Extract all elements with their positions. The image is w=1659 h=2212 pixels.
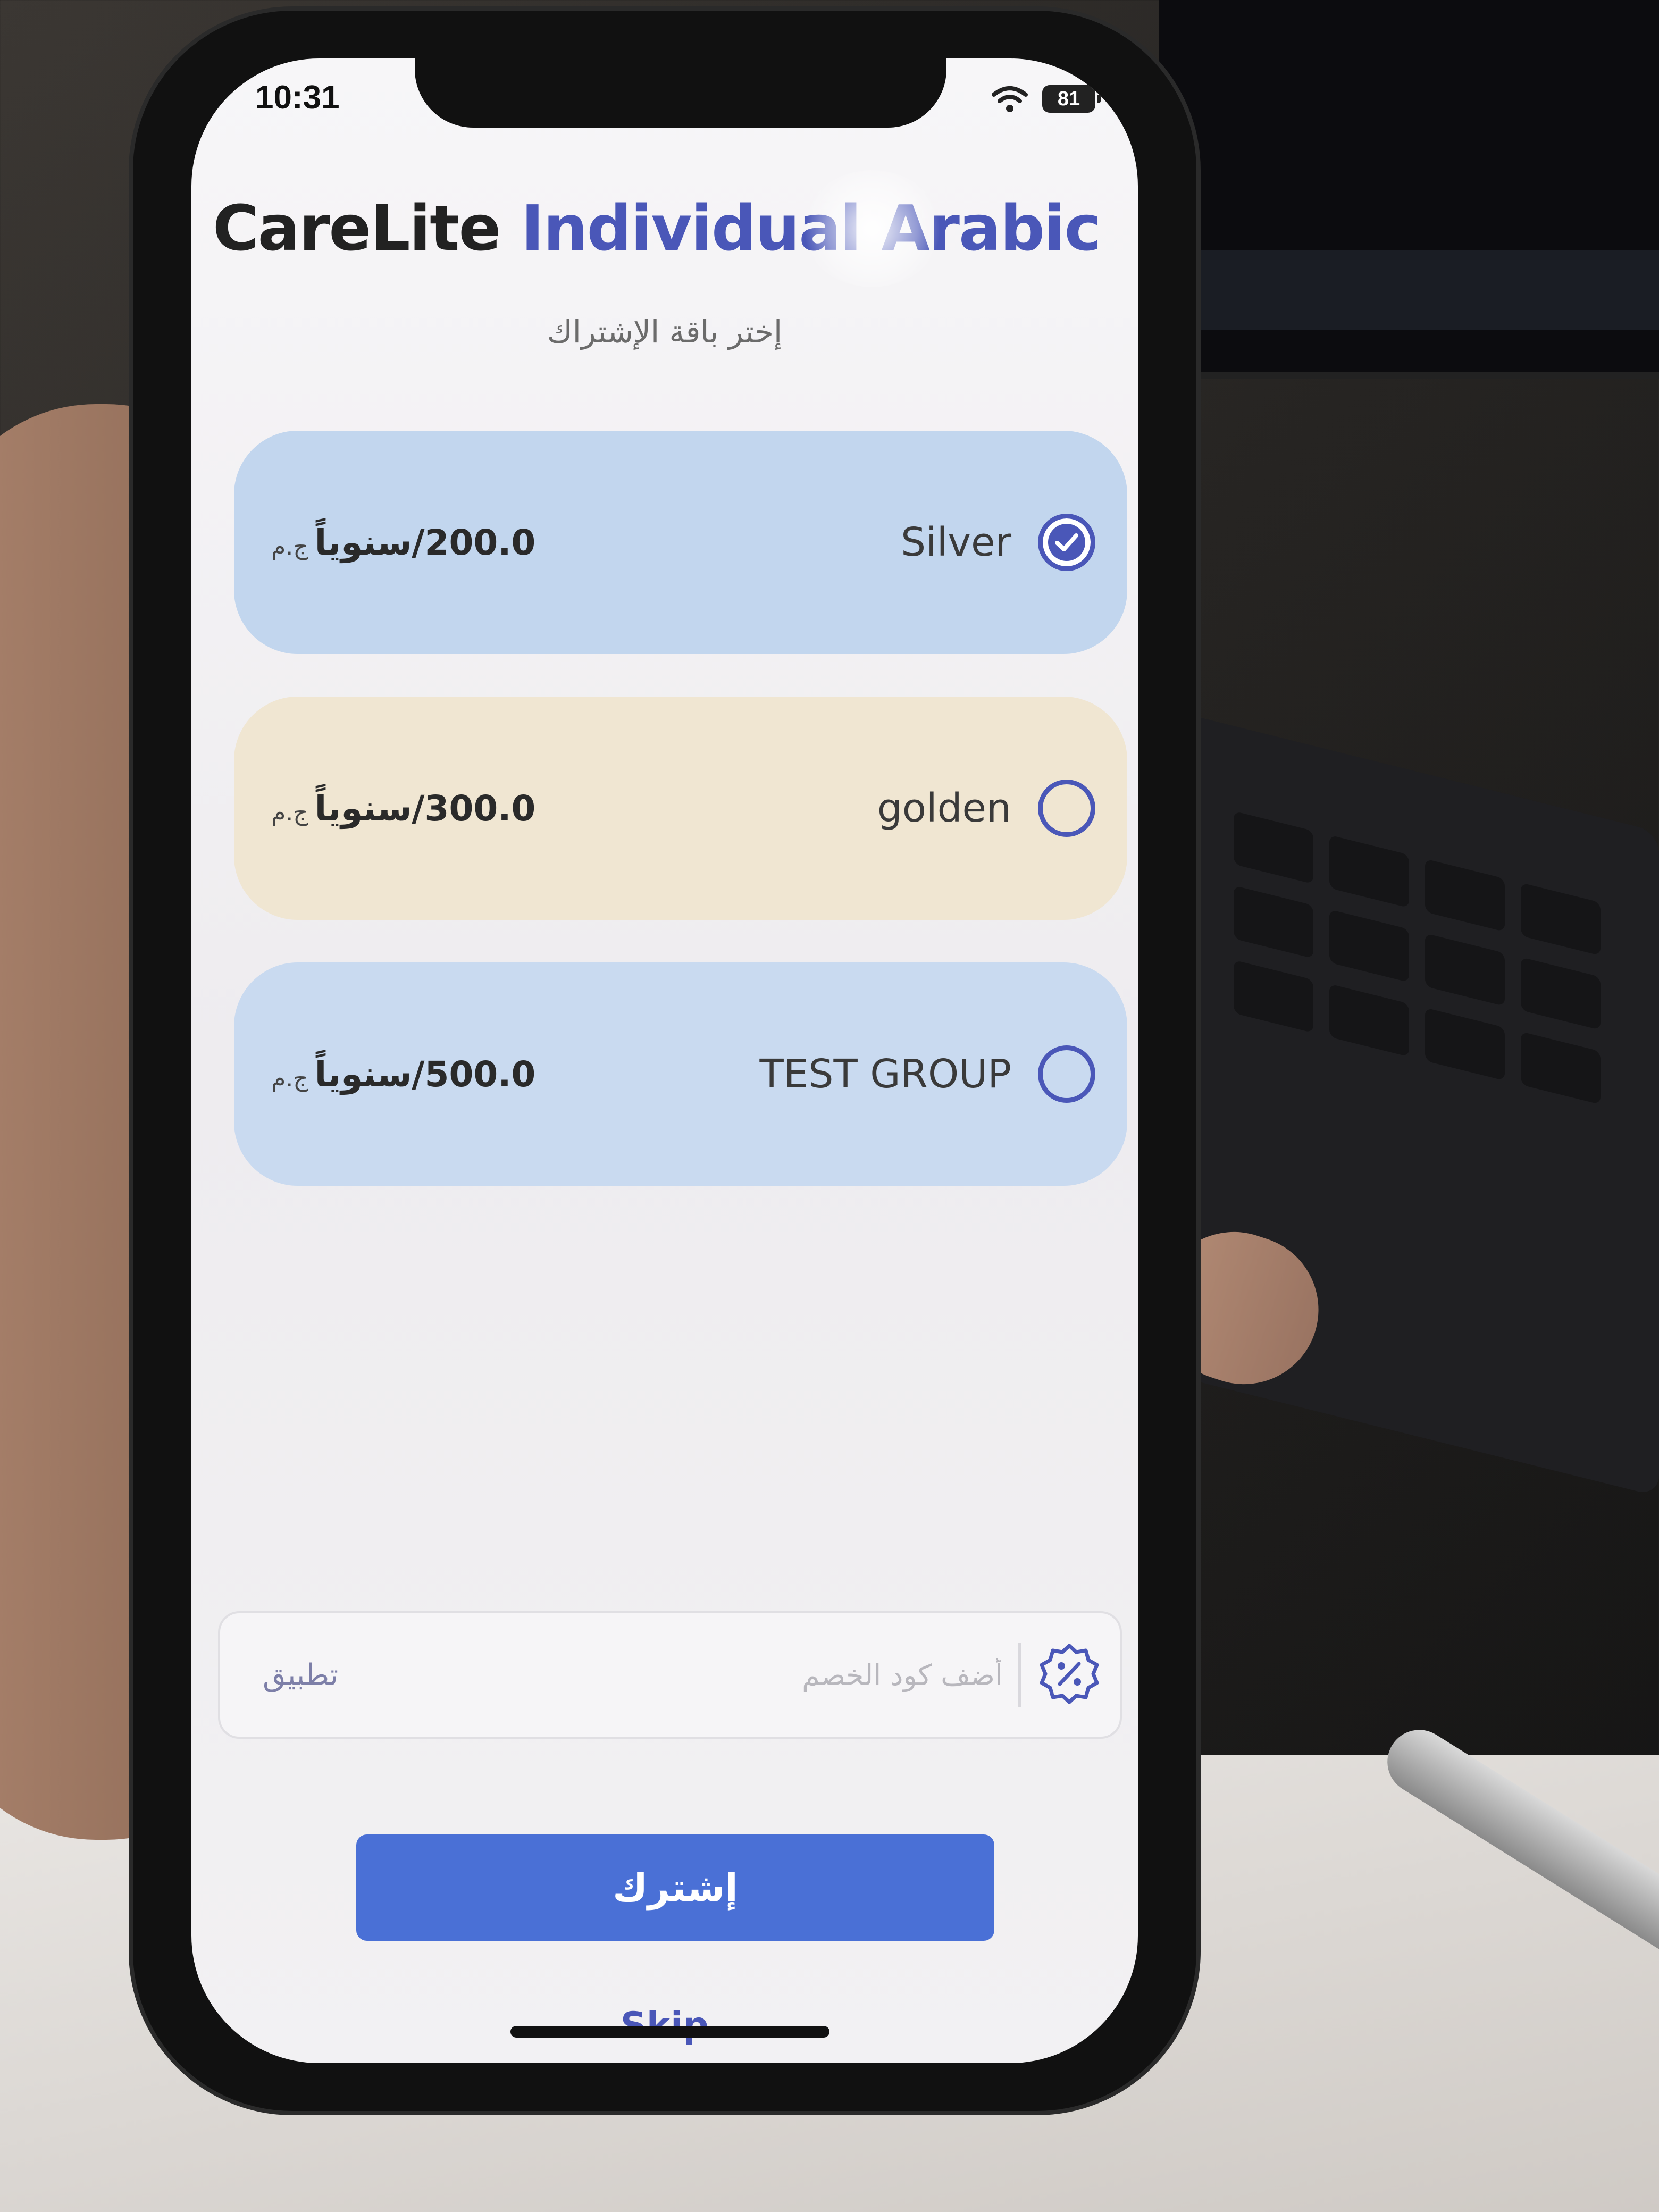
wifi-icon <box>992 86 1028 112</box>
plan-radio[interactable] <box>1038 780 1095 837</box>
background-taskbar <box>1159 250 1659 330</box>
phone-screen: 10:31 81 CareLite Individual Arabic إختر… <box>191 58 1138 2063</box>
coupon-input-group <box>576 1640 1104 1710</box>
subscribe-button[interactable]: إشترك <box>356 1834 994 1941</box>
plan-currency: ج.م <box>271 1065 308 1092</box>
plan-price: 500.0/سنوياًج.م <box>271 1054 535 1095</box>
plan-card-silver[interactable]: 200.0/سنوياًج.م Silver <box>234 431 1127 654</box>
plan-selector: TEST GROUP <box>760 1045 1095 1103</box>
app-title-brand: CareLite <box>213 191 501 265</box>
coupon-divider <box>1018 1643 1021 1707</box>
home-indicator <box>510 2026 830 2038</box>
plan-selector: golden <box>877 780 1095 837</box>
coupon-field: تطبيق <box>218 1611 1122 1739</box>
plan-card-test-group[interactable]: 500.0/سنوياًج.م TEST GROUP <box>234 962 1127 1186</box>
plan-selector: Silver <box>901 514 1095 571</box>
apply-coupon-button[interactable]: تطبيق <box>263 1658 338 1692</box>
coupon-code-input[interactable] <box>576 1657 1004 1692</box>
plan-price-value: 500.0/سنوياً <box>314 1053 536 1095</box>
plan-radio[interactable] <box>1038 514 1095 571</box>
plan-radio[interactable] <box>1038 1045 1095 1103</box>
phone-frame: 10:31 81 CareLite Individual Arabic إختر… <box>133 11 1196 2111</box>
screen-glare <box>803 170 941 287</box>
plan-price: 200.0/سنوياًج.م <box>271 522 535 563</box>
battery-level: 81 <box>1057 87 1080 110</box>
notch <box>415 58 946 128</box>
check-icon <box>1055 533 1078 551</box>
battery-icon: 81 <box>1042 85 1101 113</box>
page-subtitle: إختر باقة الإشتراك <box>547 314 783 350</box>
plan-price-value: 200.0/سنوياً <box>314 522 536 563</box>
plan-currency: ج.م <box>271 533 308 560</box>
plan-card-golden[interactable]: 300.0/سنوياًج.م golden <box>234 697 1127 920</box>
plan-name: golden <box>877 785 1011 831</box>
plan-price: 300.0/سنوياًج.م <box>271 788 535 829</box>
discount-badge-icon <box>1040 1644 1099 1704</box>
plan-name: Silver <box>901 520 1011 565</box>
plan-price-value: 300.0/سنوياً <box>314 787 536 829</box>
status-time: 10:31 <box>255 79 340 116</box>
app-title: CareLite Individual Arabic <box>213 191 1101 265</box>
status-icons: 81 <box>991 85 1101 113</box>
plan-name: TEST GROUP <box>759 1051 1011 1097</box>
plan-currency: ج.م <box>271 799 308 826</box>
